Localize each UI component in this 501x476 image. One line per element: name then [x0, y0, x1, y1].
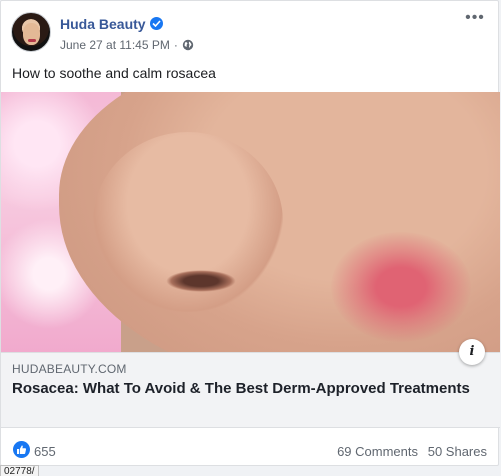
avatar-lips [28, 39, 36, 42]
globe-icon[interactable] [182, 39, 194, 51]
comments-count[interactable]: 69 Comments [337, 444, 418, 459]
post-timestamp[interactable]: June 27 at 11:45 PM [60, 38, 170, 52]
reaction-count[interactable]: 655 [34, 444, 56, 459]
shares-count[interactable]: 50 Shares [428, 444, 487, 459]
more-options-button[interactable]: ••• [464, 10, 486, 28]
post-meta: June 27 at 11:45 PM · [60, 38, 194, 52]
engagement-bar: 655 69 Comments 50 Shares [1, 433, 500, 459]
post-caption: How to soothe and calm rosacea [12, 65, 216, 81]
meta-separator: · [173, 38, 178, 52]
face-nostril [166, 270, 236, 292]
status-bar-url: 02778/ [0, 465, 39, 476]
post-card: Huda Beauty June 27 at 11:45 PM · ••• Ho… [0, 0, 500, 466]
author-avatar[interactable] [11, 12, 51, 52]
link-preview-details[interactable]: HUDABEAUTY.COM Rosacea: What To Avoid & … [1, 352, 500, 428]
post-header: Huda Beauty June 27 at 11:45 PM · ••• [11, 10, 488, 56]
info-icon[interactable]: i [459, 339, 485, 365]
link-title[interactable]: Rosacea: What To Avoid & The Best Derm-A… [12, 379, 482, 399]
like-icon[interactable] [13, 441, 30, 458]
link-domain: HUDABEAUTY.COM [12, 362, 127, 376]
link-preview-image[interactable] [1, 92, 500, 352]
rosacea-redness [331, 232, 471, 342]
author-name[interactable]: Huda Beauty [60, 16, 146, 32]
verified-badge-icon [150, 17, 163, 30]
